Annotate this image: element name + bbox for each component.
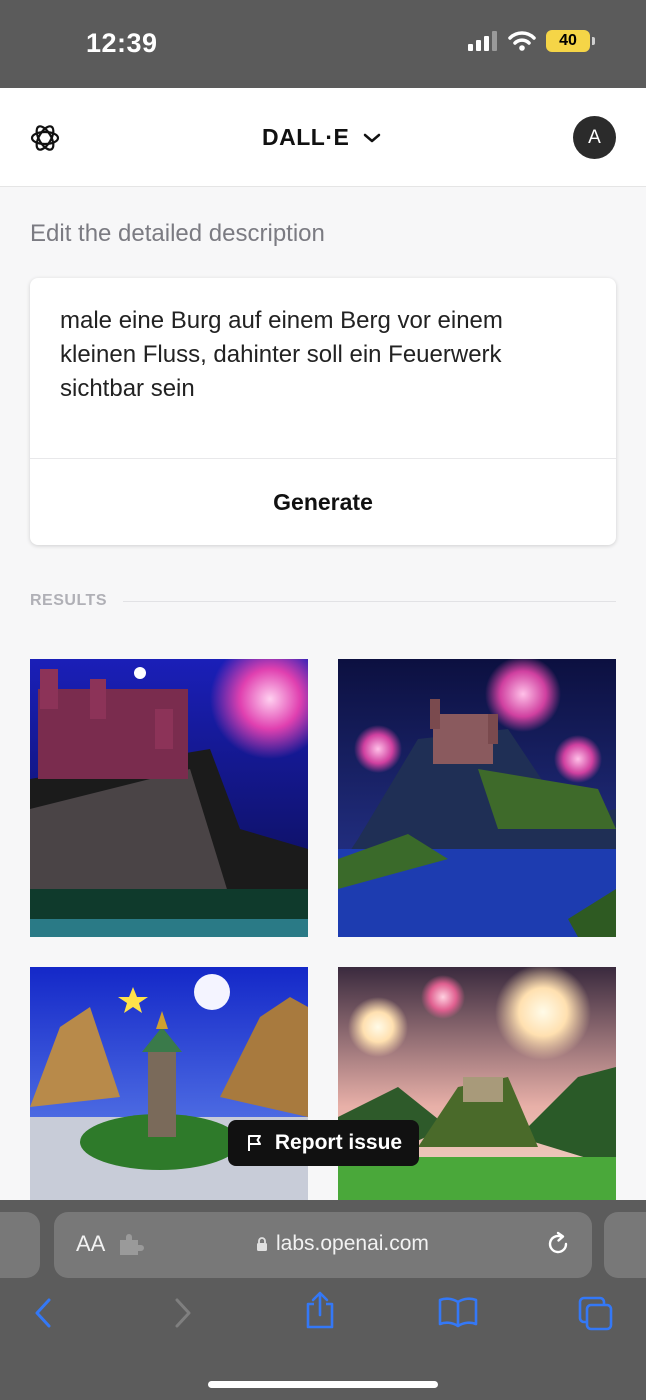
address-bar[interactable]: AA labs.openai.com [54,1212,592,1278]
prompt-card: male eine Burg auf einem Berg vor einem … [30,278,616,545]
prompt-input[interactable]: male eine Burg auf einem Berg vor einem … [60,304,580,406]
generate-button[interactable]: Generate [30,459,616,545]
bookmarks-icon[interactable] [438,1296,478,1328]
app-title: DALL·E [262,124,350,150]
openai-logo-icon[interactable] [29,122,61,154]
app-header: DALL·E A [0,88,646,187]
tabs-icon[interactable] [578,1296,614,1332]
url-text: labs.openai.com [276,1232,429,1255]
share-icon[interactable] [303,1290,337,1330]
browser-bar: AA labs.openai.com [0,1200,646,1400]
back-icon[interactable] [32,1296,54,1330]
report-issue-button[interactable]: Report issue [228,1120,419,1166]
extension-icon[interactable] [118,1234,144,1256]
result-image-1[interactable] [30,659,308,937]
results-header: RESULTS [30,592,616,612]
previous-tab-pill[interactable] [0,1212,40,1278]
report-issue-label: Report issue [274,1131,403,1154]
reload-icon[interactable] [544,1230,572,1258]
home-indicator [208,1381,438,1388]
avatar[interactable]: A [573,116,616,159]
reader-text-size-button[interactable]: AA [76,1231,105,1257]
result-image-2[interactable] [338,659,616,937]
status-bar: 12:39 40 [0,0,646,88]
results-label: RESULTS [30,592,107,609]
status-time: 12:39 [86,28,158,58]
chevron-down-icon [364,133,381,142]
url-display: labs.openai.com [256,1232,429,1256]
cellular-signal-icon [468,31,497,51]
lock-icon [257,1237,267,1251]
flag-icon [247,1135,261,1151]
app-switcher[interactable]: DALL·E [262,124,381,151]
next-tab-pill[interactable] [604,1212,646,1278]
results-divider [123,601,616,602]
browser-toolbar [0,1291,646,1346]
status-icons: 40 [468,30,595,52]
edit-description-label: Edit the detailed description [30,220,325,247]
forward-icon[interactable] [172,1296,194,1330]
wifi-icon [508,31,536,51]
battery-indicator: 40 [546,30,595,52]
